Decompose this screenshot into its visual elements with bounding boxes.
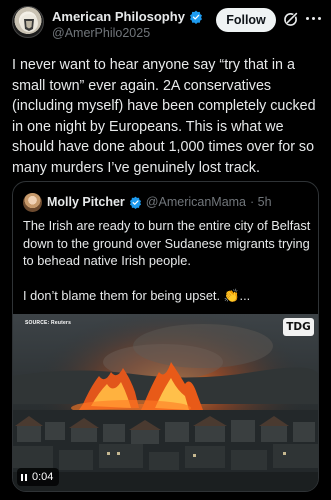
quoted-post-text: The Irish are ready to burn the entire c… <box>23 217 318 304</box>
quoted-post-time: · 5h <box>250 195 272 209</box>
quoted-post-paragraph-2: I don’t blame them for being upset. 👏... <box>23 287 251 303</box>
video-timer[interactable]: 0:04 <box>17 468 60 486</box>
post-header: American Philosophy @AmerPhilo2025 Follo… <box>0 0 331 46</box>
video-source-label: SOURCE: Reuters <box>25 320 72 326</box>
quoted-author-name[interactable]: Molly Pitcher <box>47 195 125 209</box>
author-name[interactable]: American Philosophy <box>52 9 185 24</box>
post-text: I never want to hear anyone say “try tha… <box>12 57 316 176</box>
quoted-author-handle[interactable]: @AmericanMama <box>146 195 246 209</box>
quoted-post-paragraph: The Irish are ready to burn the entire c… <box>23 218 311 268</box>
quoted-post[interactable]: Molly Pitcher @AmericanMama · 5h The Iri… <box>12 181 319 492</box>
video-frame <box>13 314 318 491</box>
quoted-author-avatar[interactable] <box>23 193 42 212</box>
author-avatar[interactable] <box>12 6 44 38</box>
video-player[interactable]: SOURCE: Reuters TDG 0:04 <box>13 314 318 491</box>
author-handle[interactable]: @AmerPhilo2025 <box>52 26 150 40</box>
verified-badge-icon <box>189 10 202 24</box>
video-time: 0:04 <box>32 471 54 483</box>
tdg-logo: TDG <box>283 318 314 336</box>
pause-icon[interactable] <box>21 473 27 481</box>
verified-badge-icon <box>129 196 141 209</box>
crest-icon <box>20 14 38 32</box>
grok-icon[interactable] <box>282 10 300 28</box>
more-icon[interactable] <box>306 17 322 21</box>
follow-button[interactable]: Follow <box>216 8 276 32</box>
